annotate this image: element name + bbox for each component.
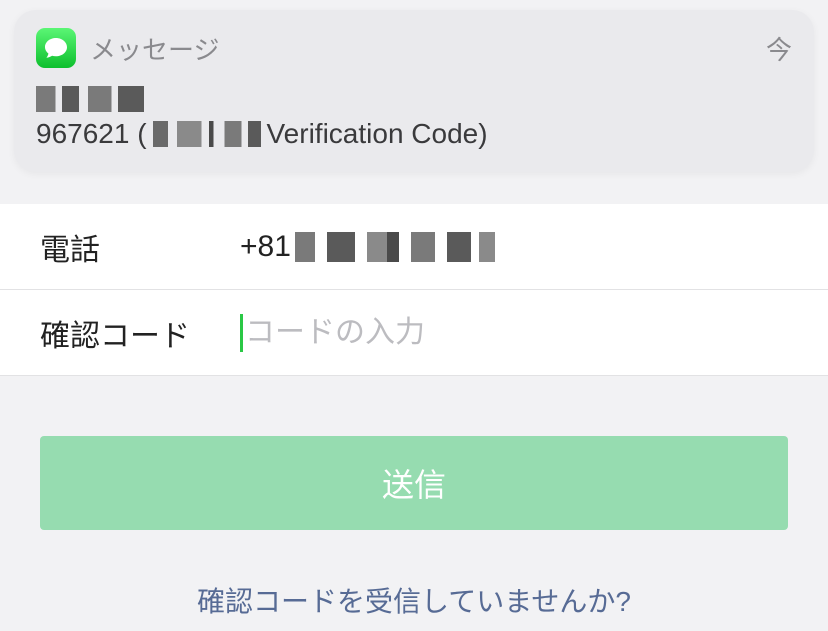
phone-label: 電話 [40, 225, 210, 269]
notification-app-name: メッセージ [90, 30, 219, 67]
resend-code-link[interactable]: 確認コードを受信していませんか? [0, 580, 828, 620]
speech-bubble-icon [44, 37, 68, 59]
redacted-service-name [153, 121, 261, 147]
phone-row: 電話 +81 [0, 204, 828, 290]
code-label: 確認コード [40, 311, 210, 355]
submit-area: 送信 [0, 376, 828, 530]
notification-header-left: メッセージ [36, 28, 219, 68]
sms-notification-banner[interactable]: メッセージ 今 967621 ( Verification Code) [14, 10, 814, 172]
notification-sender [36, 86, 792, 112]
notification-body-prefix: 967621 ( [36, 118, 147, 150]
notification-header: メッセージ 今 [36, 28, 792, 68]
submit-button[interactable]: 送信 [40, 436, 788, 530]
redacted-sender [36, 86, 144, 112]
messages-app-icon [36, 28, 76, 68]
code-input-wrap [240, 314, 788, 352]
notification-body-suffix: Verification Code) [267, 118, 488, 150]
verification-code-input[interactable] [240, 314, 788, 352]
phone-value: +81 [240, 230, 495, 264]
redacted-phone-number [295, 232, 495, 262]
verification-form: 電話 +81 確認コード [0, 204, 828, 376]
phone-prefix: +81 [240, 230, 291, 264]
notification-time: 今 [766, 30, 792, 67]
code-row: 確認コード [0, 290, 828, 376]
notification-body: 967621 ( Verification Code) [36, 118, 792, 150]
